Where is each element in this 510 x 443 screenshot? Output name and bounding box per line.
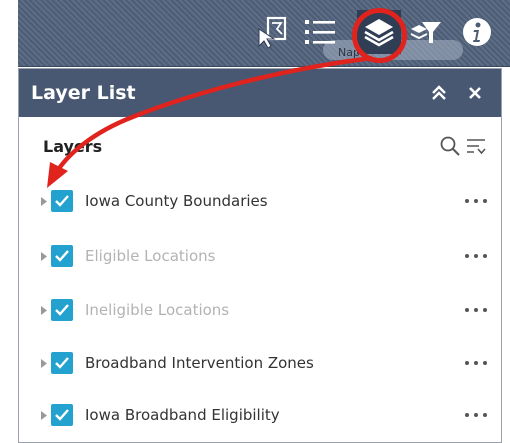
layer-checkbox[interactable] [51,404,73,426]
layer-list-tool-button[interactable] [357,10,401,54]
layer-name: Eligible Locations [85,247,216,265]
layer-options-button[interactable] [465,358,487,368]
checkmark-icon [55,195,69,207]
checkmark-icon [55,409,69,421]
layer-row[interactable]: Iowa Broadband Eligibility [19,395,501,435]
checkmark-icon [55,304,69,316]
layer-name: Ineligible Locations [85,301,230,319]
layer-name: Iowa Broadband Eligibility [85,406,280,424]
double-chevron-up-icon [432,85,446,100]
filter-tool-button[interactable] [404,10,448,54]
expand-arrow[interactable] [39,357,49,369]
layer-list-panel: Layer List Layers Iowa County Boundaries… [18,68,502,443]
search-icon [440,136,460,156]
layer-row[interactable]: Ineligible Locations [19,290,501,330]
caret-right-icon [41,305,47,315]
layer-options-button[interactable] [465,196,487,206]
layers-heading: Layers [43,136,103,156]
collapse-button[interactable] [425,79,453,107]
select-tool-button[interactable] [250,10,294,54]
legend-list-icon [305,20,335,44]
layers-stack-icon [364,19,394,47]
layer-options-button[interactable] [465,251,487,261]
sort-options-button[interactable] [463,133,489,159]
layer-options-button[interactable] [465,305,487,315]
expand-arrow[interactable] [39,195,49,207]
select-cursor-icon [258,16,287,49]
widget-toolbar: Napo [0,0,510,70]
caret-right-icon [41,358,47,368]
caret-right-icon [41,196,47,206]
layer-row[interactable]: Iowa County Boundaries [19,181,501,221]
layer-row[interactable]: Broadband Intervention Zones [19,343,501,383]
close-button[interactable] [461,79,489,107]
filter-list-icon [467,139,486,155]
layer-row[interactable]: Eligible Locations [19,236,501,276]
panel-title: Layer List [31,82,136,104]
caret-right-icon [41,410,47,420]
layer-name: Iowa County Boundaries [85,192,268,210]
layers-header: Layers [19,117,501,175]
layer-name: Broadband Intervention Zones [85,354,314,372]
layer-checkbox[interactable] [51,352,73,374]
filter-icon [410,22,441,43]
close-icon [469,87,481,99]
legend-tool-button[interactable] [298,10,342,54]
caret-right-icon [41,251,47,261]
panel-header: Layer List [19,69,501,117]
expand-arrow[interactable] [39,409,49,421]
search-button[interactable] [437,133,463,159]
checkmark-icon [55,357,69,369]
layer-checkbox[interactable] [51,299,73,321]
layer-checkbox[interactable] [51,190,73,212]
layer-options-button[interactable] [465,410,487,420]
info-icon [463,18,491,46]
checkmark-icon [55,250,69,262]
expand-arrow[interactable] [39,304,49,316]
about-tool-button[interactable] [455,10,499,54]
expand-arrow[interactable] [39,250,49,262]
layer-checkbox[interactable] [51,245,73,267]
